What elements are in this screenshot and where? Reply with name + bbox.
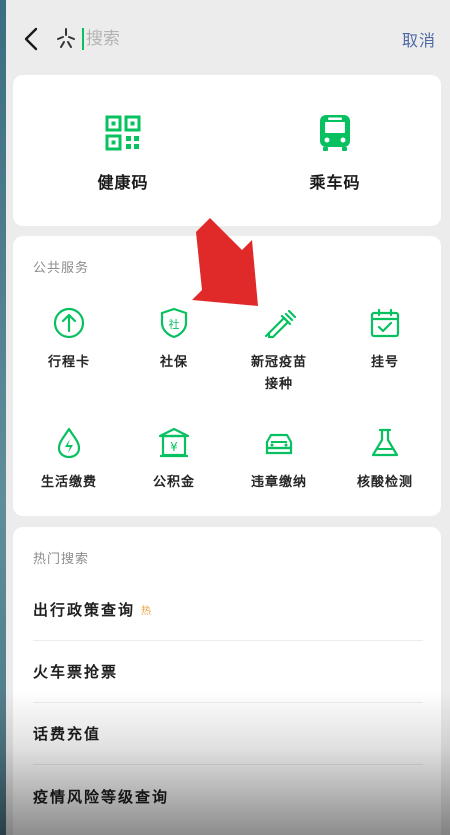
car-icon (265, 433, 293, 455)
service-housing-fund[interactable]: ¥ 公积金 (124, 426, 224, 494)
hot-search-text: 话费充值 (33, 725, 102, 743)
service-label: 行程卡 (47, 355, 90, 370)
health-code-button[interactable]: 健康码 (63, 113, 183, 193)
svg-text:社: 社 (169, 317, 180, 331)
service-label: 挂号 (370, 355, 399, 370)
qr-code-icon (105, 115, 141, 151)
hot-search-text: 火车票抢票 (33, 663, 119, 681)
service-label: 核酸检测 (356, 475, 413, 490)
section-title-hot-search: 热门搜索 (33, 552, 90, 567)
service-traffic-fine[interactable]: 违章缴纳 (229, 426, 329, 494)
service-label: 社保 (159, 355, 188, 370)
calendar-check-icon (370, 308, 400, 338)
shield-social-icon: 社 (160, 307, 188, 339)
service-label-multiline: 新冠疫苗 接种 (229, 352, 329, 396)
chevron-left-icon (24, 27, 38, 51)
codes-card: 健康码 乘车码 (13, 75, 441, 226)
service-label-line2: 接种 (264, 377, 293, 392)
bus-code-label: 乘车码 (309, 173, 361, 192)
sparkle-logo-icon (54, 26, 78, 50)
service-label: 生活缴费 (40, 475, 97, 490)
left-edge-bar (0, 0, 6, 835)
service-trip-card[interactable]: 行程卡 (19, 306, 119, 374)
service-label-line1: 新冠疫苗 (250, 355, 307, 370)
service-label: 违章缴纳 (250, 475, 307, 490)
bus-icon (320, 115, 350, 151)
svg-text:¥: ¥ (170, 440, 178, 454)
service-social-security[interactable]: 社 社保 (124, 306, 224, 374)
service-nucleic-test[interactable]: 核酸检测 (335, 426, 435, 494)
text-caret (82, 28, 84, 50)
arrow-up-circle-icon (53, 307, 85, 339)
flask-icon (371, 428, 399, 457)
service-utility-payment[interactable]: 生活缴费 (19, 426, 119, 494)
hot-search-text: 疫情风险等级查询 (33, 787, 170, 806)
hot-search-card: 热门搜索 出行政策查询 热 火车票抢票 话费充值 疫情风险等级查询 (13, 527, 441, 835)
service-label: 公积金 (152, 475, 195, 490)
service-covid-vaccine[interactable]: 新冠疫苗 接种 (229, 306, 329, 396)
bank-yuan-icon: ¥ (158, 427, 190, 458)
water-drop-bolt-icon (57, 427, 81, 459)
hot-search-text: 出行政策查询 (33, 601, 136, 619)
hot-search-item[interactable]: 话费充值 (33, 703, 423, 765)
search-header: 取消 (6, 0, 450, 75)
hot-search-item[interactable]: 疫情风险等级查询 (33, 765, 423, 827)
hot-search-item[interactable]: 火车票抢票 (33, 641, 423, 703)
health-code-label: 健康码 (97, 173, 149, 192)
back-button[interactable] (16, 22, 46, 56)
hot-badge: 热 (141, 606, 152, 617)
bus-code-button[interactable]: 乘车码 (275, 113, 395, 193)
syringe-icon (264, 309, 297, 339)
public-services-card: 公共服务 行程卡 社 社保 新冠疫苗 接种 挂号 生活缴费 ¥ 公积金 违章缴纳… (13, 236, 441, 516)
service-registration[interactable]: 挂号 (335, 306, 435, 374)
hot-search-item[interactable]: 出行政策查询 热 (33, 579, 423, 641)
cancel-button[interactable]: 取消 (402, 27, 436, 51)
search-box[interactable] (82, 22, 382, 56)
section-title-public-services: 公共服务 (33, 261, 90, 276)
search-input[interactable] (86, 29, 346, 49)
